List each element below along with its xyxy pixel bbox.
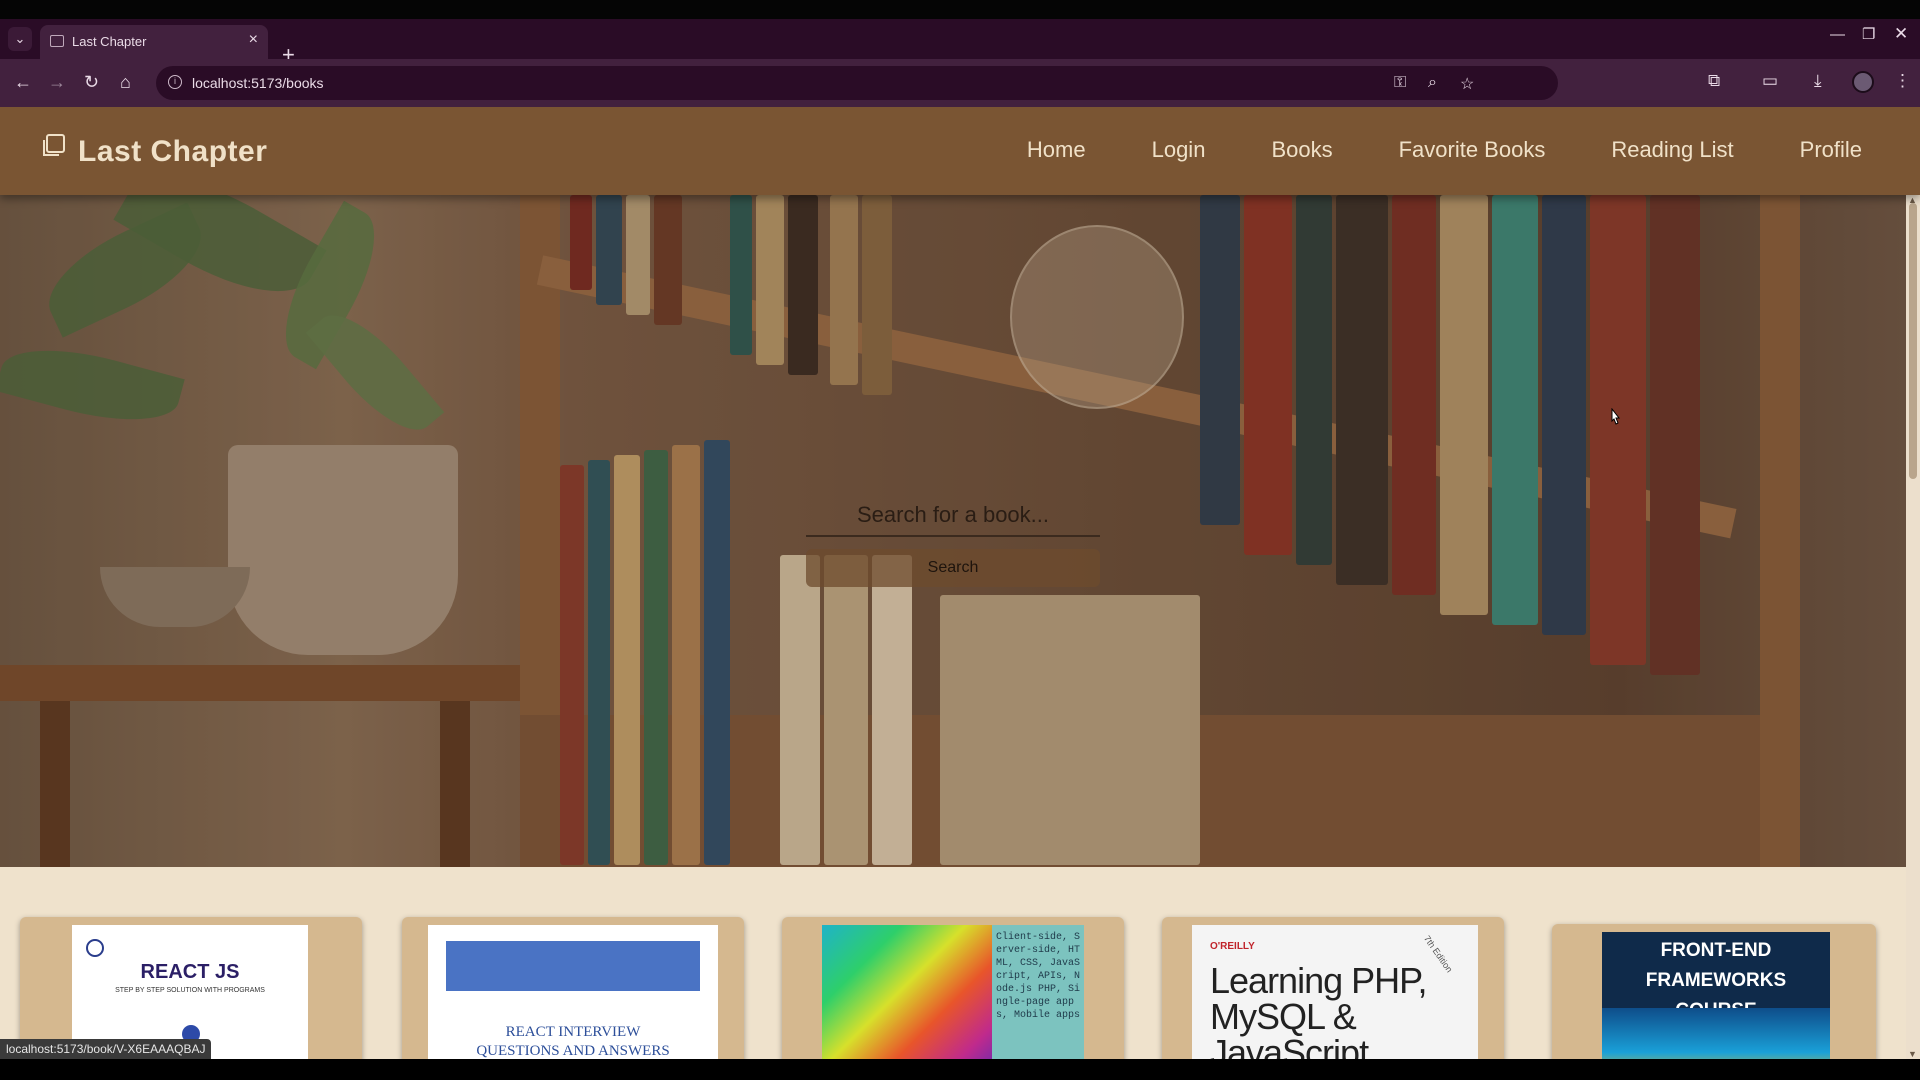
nav-links: Home Login Books Favorite Books Reading …	[1027, 137, 1862, 163]
book-card[interactable]: Client-side, Server-side, HTML, CSS, Jav…	[782, 917, 1124, 1059]
back-icon[interactable]: ←	[14, 71, 32, 93]
nav-reading-list[interactable]: Reading List	[1611, 137, 1733, 163]
mouse-pointer-icon	[1611, 408, 1621, 425]
book-card[interactable]: O'REILLY 7th Edition Learning PHP, MySQL…	[1162, 917, 1504, 1059]
tab-search-dropdown-icon[interactable]: ⌄	[8, 27, 32, 51]
book-card[interactable]: FRONT-END FRAMEWORKS COURSE	[1552, 924, 1876, 1059]
cast-icon[interactable]: ▭	[1762, 71, 1778, 91]
nav-books[interactable]: Books	[1271, 137, 1332, 163]
bookmark-star-icon[interactable]: ☆	[1460, 74, 1474, 94]
menu-kebab-icon[interactable]: ⋮	[1894, 71, 1911, 91]
book-title: REACT JS	[140, 961, 240, 983]
search-form: Search	[806, 495, 1100, 587]
nav-home[interactable]: Home	[1027, 137, 1086, 163]
brand-name: Last Chapter	[78, 135, 268, 168]
close-window-icon[interactable]: ✕	[1894, 24, 1908, 44]
scroll-thumb[interactable]	[1909, 203, 1917, 479]
book-cover: REACT INTERVIEW QUESTIONS AND ANSWERS	[428, 925, 718, 1059]
minimize-icon[interactable]: —	[1830, 26, 1845, 43]
book-cover: FRONT-END FRAMEWORKS COURSE	[1602, 932, 1830, 1059]
profile-avatar[interactable]	[1852, 71, 1874, 93]
tab-title: Last Chapter	[72, 34, 147, 49]
nav-profile[interactable]: Profile	[1800, 137, 1862, 163]
tab-close-icon[interactable]: ×	[249, 31, 258, 49]
book-grid: REACT JS STEP BY STEP SOLUTION WITH PROG…	[0, 867, 1906, 1059]
search-button[interactable]: Search	[806, 549, 1100, 587]
book-subtitle: STEP BY STEP SOLUTION WITH PROGRAMS	[115, 987, 265, 994]
tab-favicon-icon	[50, 35, 64, 47]
book-search-input[interactable]	[806, 495, 1100, 537]
browser-chrome: ⌄ Last Chapter × + — ❐ ✕ ← → ↻ ⌂ i local…	[0, 0, 1920, 107]
book-copy-icon	[43, 134, 65, 156]
extensions-icon[interactable]: ⧉	[1708, 71, 1720, 91]
book-cover: O'REILLY 7th Edition Learning PHP, MySQL…	[1192, 925, 1478, 1059]
link-status-bubble: localhost:5173/book/V-X6EAAAQBAJ	[0, 1039, 212, 1059]
site-info-icon[interactable]: i	[168, 75, 182, 89]
restore-icon[interactable]: ❐	[1862, 25, 1875, 43]
book-title: Learning PHP, MySQL & JavaScript	[1210, 960, 1428, 1060]
nav-login[interactable]: Login	[1152, 137, 1206, 163]
address-url[interactable]: localhost:5173/books	[192, 75, 324, 91]
reload-icon[interactable]: ↻	[84, 71, 99, 93]
scroll-down-icon[interactable]: ▼	[1908, 1049, 1917, 1059]
book-card[interactable]: REACT INTERVIEW QUESTIONS AND ANSWERS	[402, 917, 744, 1059]
page-scrollbar[interactable]: ▲ ▼	[1906, 195, 1920, 1059]
site-navbar: Last Chapter Home Login Books Favorite B…	[0, 107, 1920, 195]
hero-banner: Search	[0, 195, 1906, 867]
nav-favorite-books[interactable]: Favorite Books	[1399, 137, 1546, 163]
browser-toolbar: ← → ↻ ⌂ i localhost:5173/books ⚿ ⌕ ☆ ⧉ ▭…	[0, 59, 1920, 107]
page-viewport: Last Chapter Home Login Books Favorite B…	[0, 107, 1920, 1059]
password-key-icon[interactable]: ⚿	[1394, 74, 1406, 92]
home-icon[interactable]: ⌂	[120, 71, 131, 93]
tab-strip: ⌄ Last Chapter × + — ❐ ✕	[0, 19, 1920, 66]
browser-tab[interactable]: Last Chapter ×	[40, 25, 268, 59]
book-publisher: O'REILLY	[1210, 941, 1255, 952]
download-icon[interactable]: ⤓	[1814, 71, 1822, 91]
forward-icon[interactable]: →	[48, 71, 66, 93]
top-frame	[0, 0, 1920, 19]
zoom-icon[interactable]: ⌕	[1428, 74, 1437, 92]
book-card[interactable]: REACT JS STEP BY STEP SOLUTION WITH PROG…	[20, 917, 362, 1059]
address-bar[interactable]: i localhost:5173/books ⚿ ⌕ ☆	[156, 66, 1558, 100]
book-cover: Client-side, Server-side, HTML, CSS, Jav…	[822, 925, 1084, 1059]
book-title: REACT INTERVIEW QUESTIONS AND ANSWERS	[476, 1024, 670, 1059]
book-cover-text: Client-side, Server-side, HTML, CSS, Jav…	[996, 932, 1081, 1021]
